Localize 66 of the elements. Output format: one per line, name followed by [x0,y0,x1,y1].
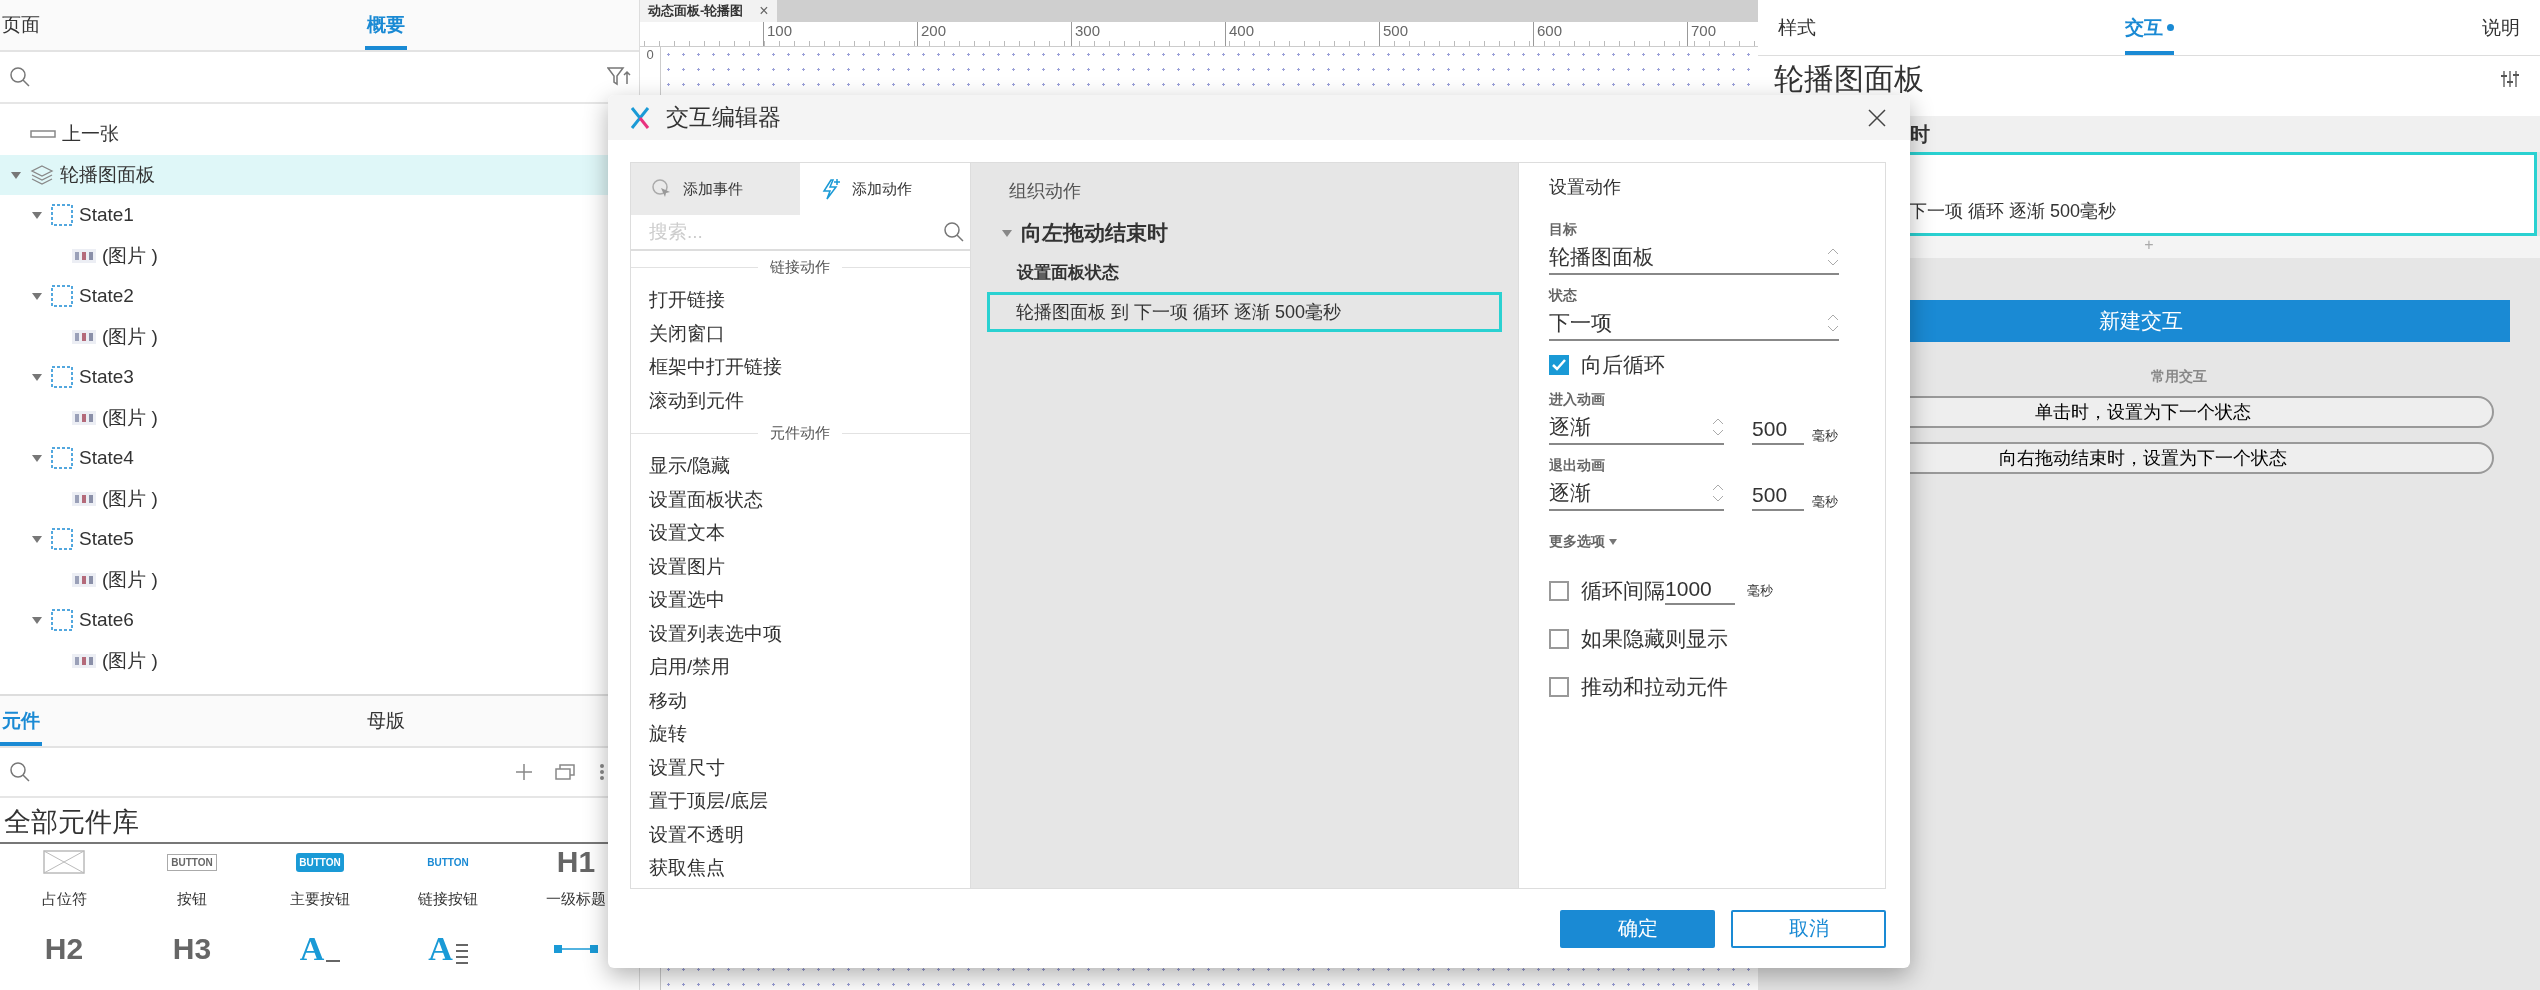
common-interactions-title: 常用交互 [2150,368,2208,386]
action-title: 设置面板状态 [1016,262,1120,284]
field-label: 状态 [1549,287,1579,305]
interval-field[interactable]: 1000 [1665,577,1736,605]
unit-label: 毫秒 [1812,427,1839,445]
outline-label: State1 [79,204,134,227]
heading-preview[interactable]: H1 [556,847,596,877]
outline-label: State4 [79,447,134,470]
widget-label: 按钮 [177,890,207,909]
section-title: 设置动作 [1549,176,1623,199]
outline-label: (图片 ) [102,648,158,673]
panel-tab[interactable]: 概要 [365,0,407,50]
widget-label: 链接按钮 [418,890,478,909]
outline-label: State3 [79,366,134,389]
duration-field[interactable]: 500 [1752,417,1805,445]
outline-label: 上一张 [62,122,119,147]
link-button-preview[interactable]: BUTTON [427,856,469,868]
outline-label: (图片 ) [102,324,158,349]
library-tab[interactable]: 母版 [365,696,407,746]
group-heading: 链接动作 [770,257,831,277]
action-detail[interactable]: 轮播图面板 到 下一项 循环 逐渐 500毫秒 [986,292,1503,332]
outline-label: State2 [79,285,134,308]
outline-label: (图片 ) [102,405,158,430]
dialog-title: 交互编辑器 [666,103,782,132]
target-select[interactable]: 轮播图面板 [1549,243,1840,275]
outline-label: State6 [79,609,134,632]
widget-name: 轮播图面板 [1774,60,1924,97]
heading-preview[interactable]: H3 [172,934,212,964]
field-label: 进入动画 [1549,391,1607,409]
animation-select[interactable]: 逐渐 [1549,479,1725,511]
outline-label: (图片 ) [102,243,158,268]
button-preview[interactable]: BUTTON [167,853,217,871]
more-options-toggle[interactable]: 更多选项 [1549,533,1606,551]
widget-label: 主要按钮 [290,890,350,909]
animation-select[interactable]: 逐渐 [1549,413,1725,445]
field-label: 退出动画 [1549,457,1607,475]
checkbox-label: 推动和拉动元件 [1581,674,1729,700]
outline-label: (图片 ) [102,486,158,511]
cancel-button[interactable]: 取消 [1731,909,1886,948]
document-tab[interactable]: 动态面板-轮播图 × [640,0,777,22]
section-title: 组织动作 [1008,180,1082,203]
outline-label: 轮播图面板 [60,162,155,187]
ok-button[interactable]: 确定 [1560,909,1715,948]
inspector-tab[interactable]: 样式 [1778,0,1816,55]
inspector-tab[interactable]: 交互 [2124,0,2174,55]
heading-preview[interactable]: H2 [44,934,84,964]
field-label: 目标 [1549,221,1579,239]
checkbox-label: 向后循环 [1581,352,1666,378]
library-tab[interactable]: 元件 [0,696,42,746]
checkbox-label: 如果隐藏则显示 [1581,626,1729,652]
editor-tab[interactable]: 添加事件 [631,163,801,215]
widget-label: 占位符 [41,890,87,909]
outline-label: State5 [79,528,134,551]
duration-field[interactable]: 500 [1752,483,1805,511]
outline-item[interactable]: (图片 ) [0,235,639,276]
event-label[interactable]: 向左拖动结束时 [1020,219,1168,247]
checkbox-label: 循环间隔 [1581,578,1666,604]
inspector-tab[interactable]: 说明 [2482,0,2520,55]
panel-tab[interactable]: 页面 [0,0,42,50]
group-heading: 元件动作 [770,423,831,443]
outline-label: (图片 ) [102,567,158,592]
widget-label: 一级标题 [546,890,606,909]
unit-label: 毫秒 [1812,493,1839,511]
state-select[interactable]: 下一项 [1549,309,1840,341]
outline-item[interactable]: 上一张 [0,114,639,155]
unit-label: 毫秒 [1747,582,1774,600]
